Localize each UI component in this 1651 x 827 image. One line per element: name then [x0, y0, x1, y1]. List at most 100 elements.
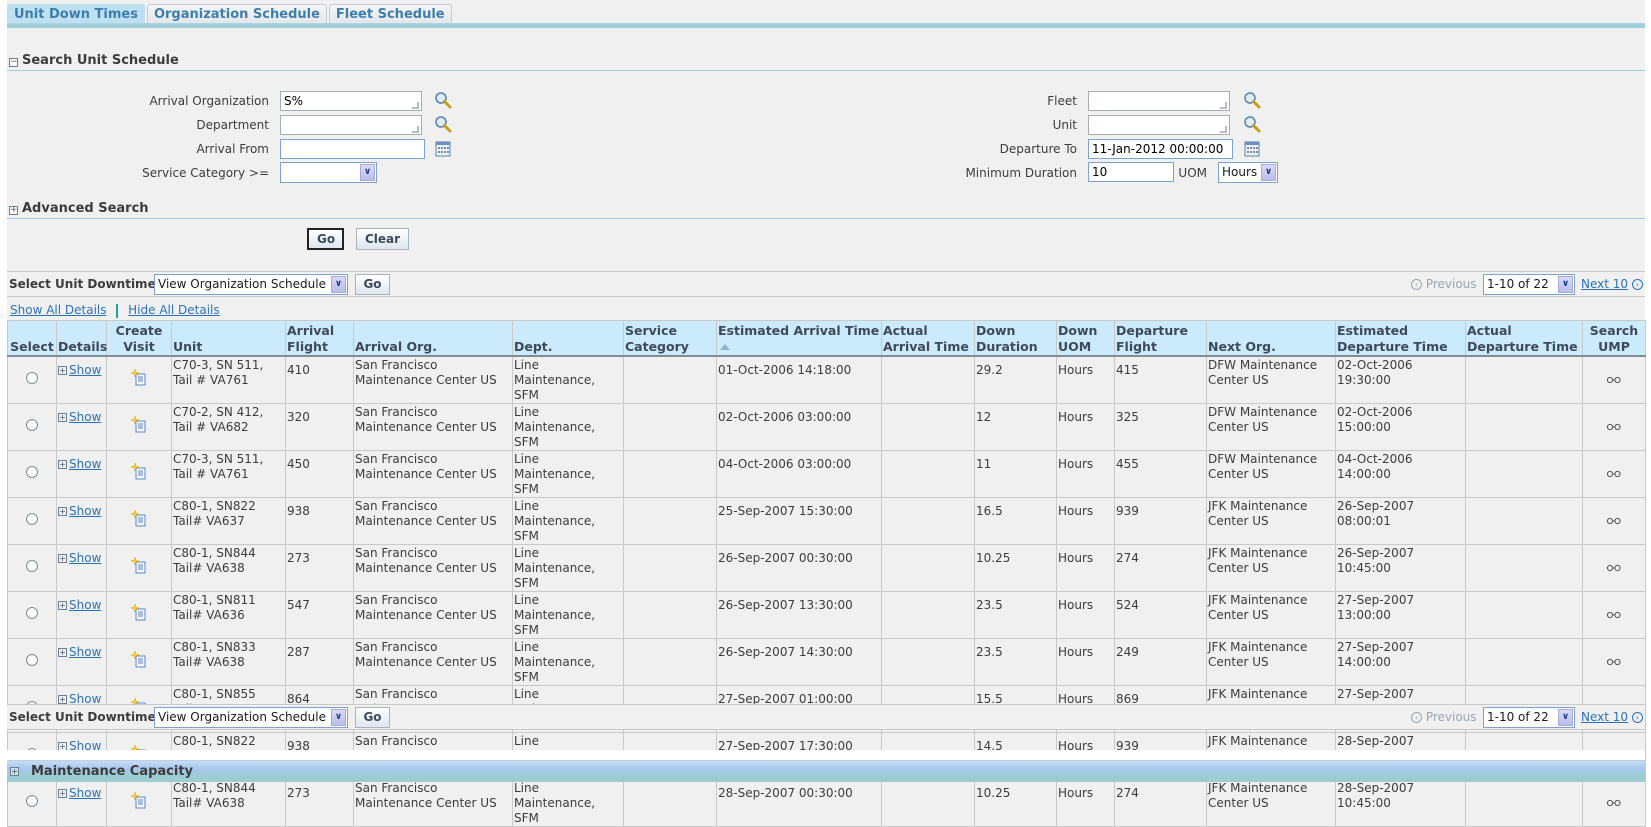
- departure-to-calendar-icon[interactable]: [1243, 140, 1261, 158]
- show-all-details-link[interactable]: Show All Details: [10, 303, 107, 317]
- glasses-icon[interactable]: [1606, 658, 1622, 666]
- create-visit-icon[interactable]: [130, 368, 147, 387]
- range-select-top[interactable]: 1-10 of 22 ∨: [1483, 274, 1575, 295]
- expand-advanced-search-toggle[interactable]: +: [9, 206, 18, 215]
- glasses-icon[interactable]: [1606, 517, 1622, 525]
- select-unit-downtime-value: View Organization Schedule: [158, 277, 326, 291]
- col-estimated-arrival-time[interactable]: Estimated Arrival Time: [716, 320, 882, 357]
- col-dept: Dept.: [512, 320, 624, 357]
- cell-unit: C70-3, SN 511, Tail # VA761: [171, 355, 286, 404]
- select-unit-downtime-select-bottom[interactable]: View Organization Schedule ∨: [154, 707, 348, 728]
- tab-bar: Unit Down Times Organization Schedule Fl…: [7, 4, 454, 24]
- expand-icon[interactable]: +: [58, 647, 67, 657]
- unit-input[interactable]: [1088, 115, 1230, 135]
- unit-search-icon[interactable]: [1243, 115, 1261, 133]
- fleet-input[interactable]: [1088, 91, 1230, 111]
- next-label[interactable]: Next 10: [1581, 277, 1628, 291]
- cell-actual-arrival: [881, 402, 975, 451]
- row-select-radio[interactable]: [26, 795, 38, 807]
- cell-actual-departure: [1465, 402, 1583, 451]
- show-details-link[interactable]: Show: [69, 786, 101, 800]
- arrival-from-calendar-icon[interactable]: [434, 140, 452, 158]
- expand-icon[interactable]: +: [58, 553, 67, 563]
- table-row: + Show C70-3, SN 511, Tail # VA761 410 San F…: [7, 355, 1646, 404]
- row-select-radio[interactable]: [26, 419, 38, 431]
- tab-unit-down-times[interactable]: Unit Down Times: [7, 4, 145, 24]
- arrival-org-search-icon[interactable]: [434, 91, 452, 109]
- departure-to-input[interactable]: 11-Jan-2012 00:00:00: [1088, 139, 1233, 159]
- search-go-button[interactable]: Go: [307, 228, 344, 250]
- tab-organization-schedule[interactable]: Organization Schedule: [146, 4, 327, 24]
- cell-unit: C80-1, SN822 Tail# VA637: [171, 496, 286, 545]
- row-select-radio[interactable]: [26, 607, 38, 619]
- row-select-radio[interactable]: [26, 654, 38, 666]
- results-go-button-bottom[interactable]: Go: [355, 707, 390, 728]
- col-arrival-flight: Arrival Flight: [285, 320, 354, 357]
- row-select-radio[interactable]: [26, 466, 38, 478]
- department-input[interactable]: [280, 115, 422, 135]
- cell-unit: C80-1, SN844 Tail# VA638: [171, 543, 286, 592]
- show-details-link[interactable]: Show: [69, 598, 101, 612]
- advanced-search-title[interactable]: Advanced Search: [22, 201, 149, 216]
- show-details-link[interactable]: Show: [69, 457, 101, 471]
- create-visit-icon[interactable]: [130, 650, 147, 669]
- cell-arrival-flight: 450: [285, 449, 354, 498]
- glasses-icon[interactable]: [1606, 611, 1622, 619]
- create-visit-icon[interactable]: [130, 462, 147, 481]
- glasses-icon[interactable]: [1606, 376, 1622, 384]
- department-search-icon[interactable]: [434, 115, 452, 133]
- expand-icon[interactable]: +: [58, 506, 67, 516]
- show-details-link[interactable]: Show: [69, 551, 101, 565]
- expand-icon[interactable]: +: [58, 459, 67, 469]
- next-10-link-bottom[interactable]: Next 10 ›: [1581, 710, 1643, 724]
- next-icon[interactable]: ›: [1631, 279, 1643, 290]
- expand-icon[interactable]: +: [58, 365, 67, 375]
- expand-icon[interactable]: +: [58, 412, 67, 422]
- next-icon[interactable]: ›: [1631, 712, 1643, 723]
- glasses-icon[interactable]: [1606, 799, 1622, 807]
- cell-actual-departure: [1465, 543, 1583, 592]
- departure-to-label: Departure To: [999, 142, 1077, 156]
- expand-icon[interactable]: +: [58, 694, 67, 704]
- maintenance-capacity-title[interactable]: Maintenance Capacity: [31, 764, 193, 779]
- min-duration-input[interactable]: 10: [1088, 162, 1174, 182]
- cell-arrival-flight: 410: [285, 355, 354, 404]
- create-visit-icon[interactable]: [130, 556, 147, 575]
- row-select-radio[interactable]: [26, 513, 38, 525]
- collapse-search-toggle[interactable]: −: [9, 58, 18, 67]
- row-select-radio[interactable]: [26, 560, 38, 572]
- show-details-link[interactable]: Show: [69, 410, 101, 424]
- glasses-icon[interactable]: [1606, 470, 1622, 478]
- show-details-link[interactable]: Show: [69, 504, 101, 518]
- create-visit-icon[interactable]: [130, 415, 147, 434]
- select-unit-downtime-select[interactable]: View Organization Schedule ∨: [154, 274, 348, 295]
- create-visit-icon[interactable]: [130, 603, 147, 622]
- fleet-search-icon[interactable]: [1243, 91, 1261, 109]
- glasses-icon[interactable]: [1606, 564, 1622, 572]
- cell-dept: Line Maintenance, SFM: [512, 778, 624, 827]
- expand-icon[interactable]: +: [58, 600, 67, 610]
- arrival-org-input[interactable]: S%: [280, 91, 422, 111]
- show-details-link[interactable]: Show: [69, 363, 101, 377]
- cell-dept: Line Maintenance, SFM: [512, 449, 624, 498]
- arrival-from-input[interactable]: [280, 139, 425, 159]
- row-select-radio[interactable]: [26, 372, 38, 384]
- range-select-bottom[interactable]: 1-10 of 22 ∨: [1483, 707, 1575, 728]
- next-10-link-top[interactable]: Next 10 ›: [1581, 277, 1643, 291]
- search-clear-button[interactable]: Clear: [356, 228, 409, 250]
- tab-fleet-schedule[interactable]: Fleet Schedule: [328, 4, 452, 24]
- cell-arrival-org: San Francisco Maintenance Center US: [353, 590, 513, 639]
- results-go-button-top[interactable]: Go: [355, 274, 390, 295]
- create-visit-icon[interactable]: [130, 791, 147, 810]
- table-row: + Show C80-1, SN833 Tail# VA638 287 San Fran…: [7, 637, 1646, 686]
- show-details-link[interactable]: Show: [69, 645, 101, 659]
- next-label[interactable]: Next 10: [1581, 710, 1628, 724]
- hide-all-details-link[interactable]: Hide All Details: [128, 303, 219, 317]
- cell-actual-arrival: [881, 543, 975, 592]
- service-category-select[interactable]: ∨: [280, 162, 377, 183]
- cell-select: [7, 590, 57, 639]
- glasses-icon[interactable]: [1606, 423, 1622, 431]
- expand-maintenance-capacity-toggle[interactable]: +: [10, 767, 19, 776]
- create-visit-icon[interactable]: [130, 509, 147, 528]
- uom-select[interactable]: Hours ∨: [1218, 162, 1278, 183]
